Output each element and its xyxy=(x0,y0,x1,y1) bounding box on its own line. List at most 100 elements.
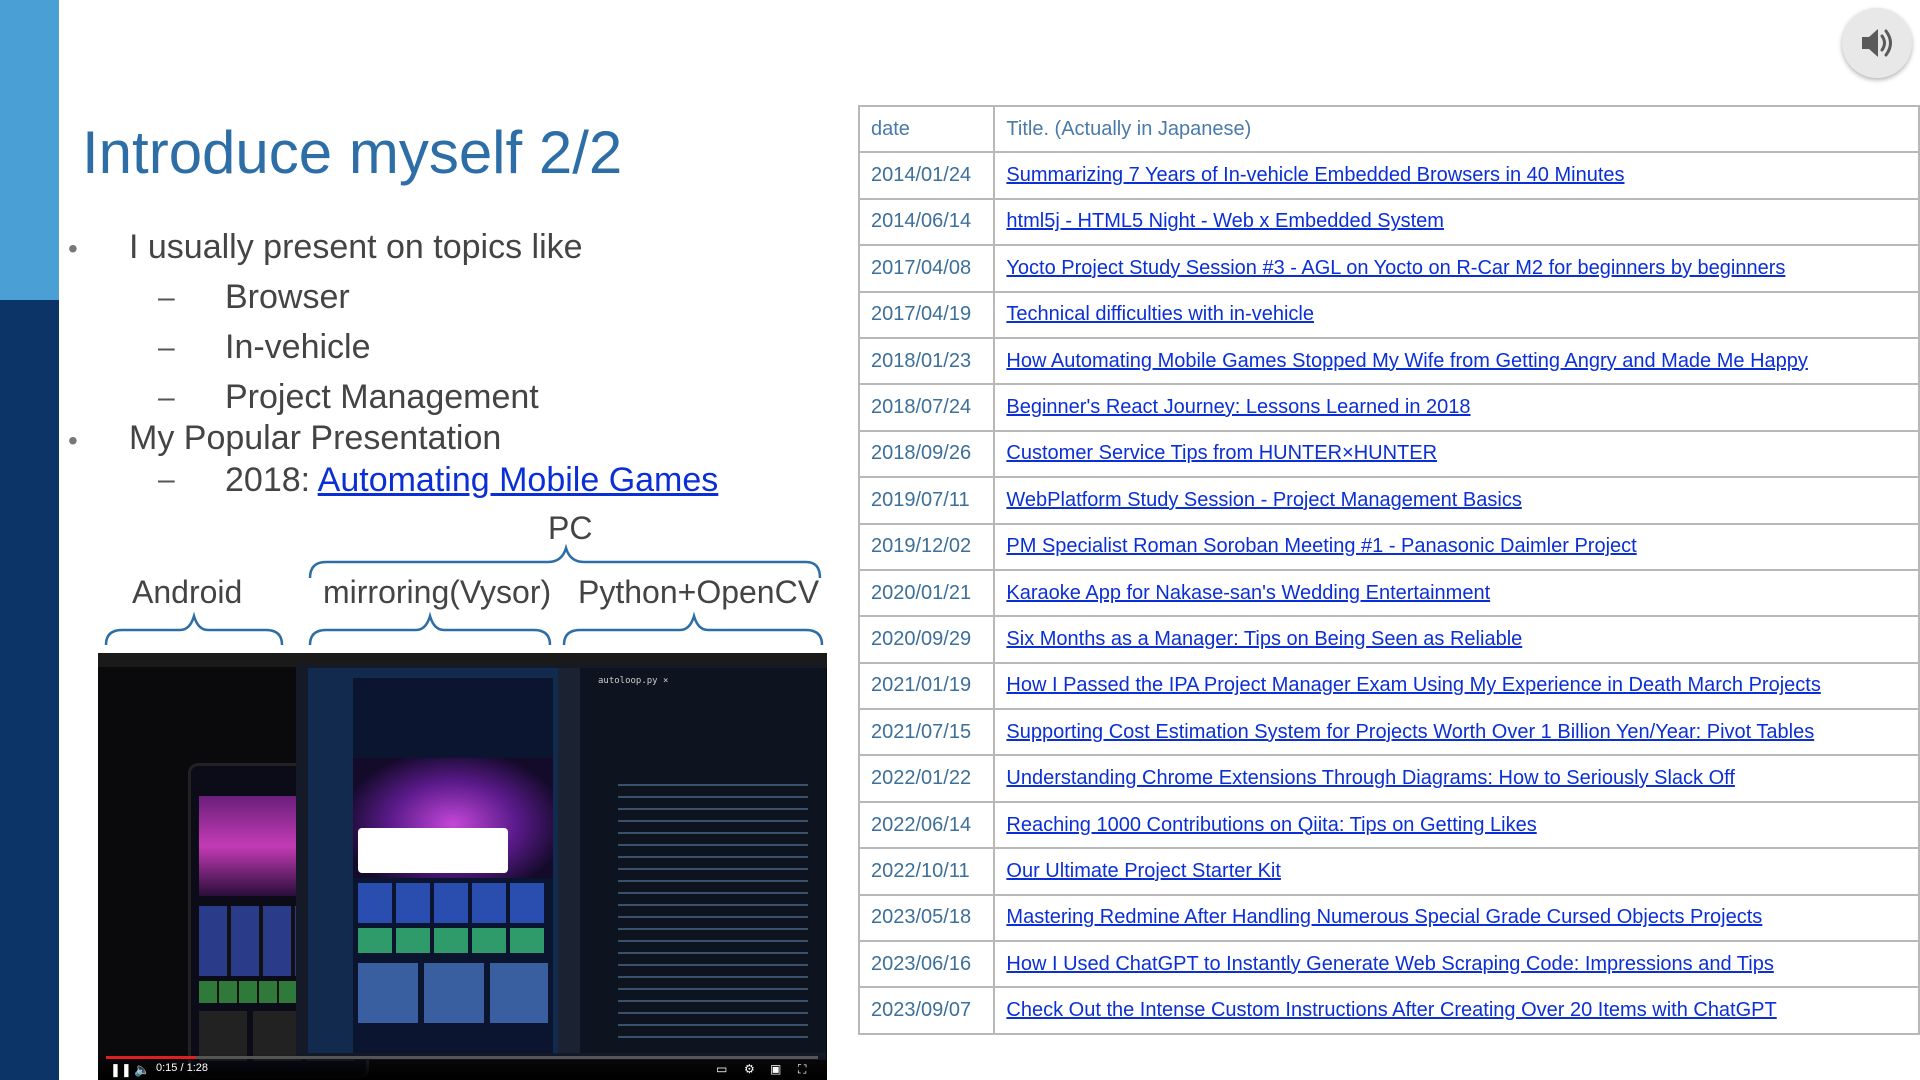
row-date: 2017/04/19 xyxy=(857,290,996,339)
vysor-units xyxy=(358,883,548,923)
row-title-cell: Our Ultimate Project Starter Kit xyxy=(993,847,1920,896)
miniplayer-icon[interactable]: ▣ xyxy=(770,1062,781,1076)
row-date: 2018/09/26 xyxy=(857,429,996,479)
row-title-cell: How I Used ChatGPT to Instantly Generate… xyxy=(993,940,1920,989)
presentation-link[interactable]: Customer Service Tips from HUNTER×HUNTER xyxy=(1006,442,1437,464)
speaker-icon xyxy=(1862,29,1892,57)
row-date: 2021/01/19 xyxy=(857,661,996,711)
row-date: 2021/07/15 xyxy=(857,708,996,757)
row-date: 2022/06/14 xyxy=(857,800,996,850)
header-title: Title. (Actually in Japanese) xyxy=(993,104,1920,154)
fullscreen-icon[interactable]: ⛶ xyxy=(798,1062,806,1077)
volume-icon[interactable]: 🔈 xyxy=(134,1062,150,1078)
row-title-cell: Summarizing 7 Years of In-vehicle Embedd… xyxy=(993,151,1920,200)
row-title-cell: WebPlatform Study Session - Project Mana… xyxy=(993,476,1920,525)
demo-video[interactable]: autoloop.py × ❚❚ 🔈 0:15 / 1:28 ▭ ⚙ ▣ ⛶ xyxy=(98,653,827,1080)
presentation-link[interactable]: Summarizing 7 Years of In-vehicle Embedd… xyxy=(1006,164,1624,186)
table-row: 2022/01/22 Understanding Chrome Extension… xyxy=(857,754,1920,803)
presentation-link[interactable]: Yocto Project Study Session #3 - AGL on … xyxy=(1006,257,1785,279)
settings-icon[interactable]: ⚙ xyxy=(744,1062,755,1076)
row-date: 2020/01/21 xyxy=(857,568,996,618)
row-date: 2014/06/14 xyxy=(857,197,996,247)
speaker-button[interactable] xyxy=(1842,8,1912,78)
row-date: 2018/01/23 xyxy=(857,336,996,386)
presentation-link[interactable]: html5j - HTML5 Night - Web x Embedded Sy… xyxy=(1006,210,1444,232)
presentation-link[interactable]: How Automating Mobile Games Stopped My W… xyxy=(1006,350,1807,372)
row-title-cell: Karaoke App for Nakase-san's Wedding Ent… xyxy=(993,568,1920,618)
table-row: 2019/12/02 PM Specialist Roman Soroban Me… xyxy=(857,522,1920,571)
row-date: 2023/09/07 xyxy=(857,986,996,1035)
table-row: 2020/01/21 Karaoke App for Nakase-san's W… xyxy=(857,568,1920,618)
brace-android xyxy=(104,611,284,646)
table-row: 2017/04/19 Technical difficulties with in… xyxy=(857,290,1920,339)
table-row: 2018/07/24 Beginner's React Journey: Less… xyxy=(857,383,1920,432)
table-row: 2018/09/26 Customer Service Tips from HUN… xyxy=(857,429,1920,479)
presentation-link[interactable]: Technical difficulties with in-vehicle xyxy=(1006,303,1314,325)
vysor-buttons xyxy=(358,963,548,1023)
row-date: 2019/07/11 xyxy=(857,476,996,525)
table-row: 2020/09/29 Six Months as a Manager: Tips … xyxy=(857,615,1920,664)
presentation-link[interactable]: Check Out the Intense Custom Instruction… xyxy=(1006,999,1776,1021)
row-date: 2023/06/16 xyxy=(857,940,996,989)
presentation-link[interactable]: PM Specialist Roman Soroban Meeting #1 -… xyxy=(1006,535,1636,557)
table-header-row: date Title. (Actually in Japanese) xyxy=(857,104,1920,154)
row-date: 2020/09/29 xyxy=(857,615,996,664)
presentations-table: date Title. (Actually in Japanese) 2014/… xyxy=(857,104,1920,1035)
table-row: 2014/01/24 Summarizing 7 Years of In-vehi… xyxy=(857,151,1920,200)
brace-pc xyxy=(308,543,822,579)
presentation-link[interactable]: Reaching 1000 Contributions on Qiita: Ti… xyxy=(1006,814,1536,836)
presentation-link[interactable]: Mastering Redmine After Handling Numerou… xyxy=(1006,906,1762,928)
presentation-link[interactable]: How I Passed the IPA Project Manager Exa… xyxy=(1006,674,1820,696)
table-row: 2022/06/14 Reaching 1000 Contributions on… xyxy=(857,800,1920,850)
presentation-link[interactable]: Beginner's React Journey: Lessons Learne… xyxy=(1006,396,1470,418)
video-progress-track[interactable] xyxy=(106,1056,818,1059)
presentation-link[interactable]: Our Ultimate Project Starter Kit xyxy=(1006,860,1281,882)
vysor-window xyxy=(308,668,558,1053)
vysor-dialog xyxy=(358,828,508,873)
presentation-link[interactable]: WebPlatform Study Session - Project Mana… xyxy=(1006,489,1521,511)
python-code xyxy=(618,778,808,1048)
table-row: 2019/07/11 WebPlatform Study Session - Pr… xyxy=(857,476,1920,525)
row-date: 2023/05/18 xyxy=(857,893,996,943)
row-title-cell: How Automating Mobile Games Stopped My W… xyxy=(993,336,1920,386)
row-title-cell: Reaching 1000 Contributions on Qiita: Ti… xyxy=(993,800,1920,850)
row-title-cell: Technical difficulties with in-vehicle xyxy=(993,290,1920,339)
table-row: 2023/06/16 How I Used ChatGPT to Instantl… xyxy=(857,940,1920,989)
code-editor: autoloop.py × xyxy=(558,668,826,1053)
vysor-hp-bars xyxy=(358,928,548,953)
presentation-link[interactable]: Six Months as a Manager: Tips on Being S… xyxy=(1006,628,1522,650)
row-title-cell: Understanding Chrome Extensions Through … xyxy=(993,754,1920,803)
pause-icon[interactable]: ❚❚ xyxy=(110,1062,132,1078)
row-title-cell: Check Out the Intense Custom Instruction… xyxy=(993,986,1920,1035)
brace-python xyxy=(562,611,824,646)
table-row: 2023/05/18 Mastering Redmine After Handli… xyxy=(857,893,1920,943)
row-title-cell: Supporting Cost Estimation System for Pr… xyxy=(993,708,1920,757)
row-title-cell: Yocto Project Study Session #3 - AGL on … xyxy=(993,244,1920,293)
row-date: 2018/07/24 xyxy=(857,383,996,432)
editor-tab: autoloop.py × xyxy=(598,676,669,686)
row-date: 2022/01/22 xyxy=(857,754,996,803)
captions-icon[interactable]: ▭ xyxy=(716,1062,727,1076)
presentation-link[interactable]: Supporting Cost Estimation System for Pr… xyxy=(1006,721,1814,743)
table-row: 2021/07/15 Supporting Cost Estimation Sys… xyxy=(857,708,1920,757)
row-date: 2014/01/24 xyxy=(857,151,996,200)
row-title-cell: Mastering Redmine After Handling Numerou… xyxy=(993,893,1920,943)
table-row: 2018/01/23 How Automating Mobile Games St… xyxy=(857,336,1920,386)
row-title-cell: html5j - HTML5 Night - Web x Embedded Sy… xyxy=(993,197,1920,247)
presentation-link[interactable]: Understanding Chrome Extensions Through … xyxy=(1006,767,1735,789)
row-date: 2022/10/11 xyxy=(857,847,996,896)
row-title-cell: Six Months as a Manager: Tips on Being S… xyxy=(993,615,1920,664)
table-row: 2021/01/19 How I Passed the IPA Project M… xyxy=(857,661,1920,711)
row-title-cell: Beginner's React Journey: Lessons Learne… xyxy=(993,383,1920,432)
row-date: 2017/04/08 xyxy=(857,244,996,293)
table-row: 2022/10/11 Our Ultimate Project Starter K… xyxy=(857,847,1920,896)
presentation-link[interactable]: Karaoke App for Nakase-san's Wedding Ent… xyxy=(1006,582,1490,604)
table-row: 2023/09/07 Check Out the Intense Custom I… xyxy=(857,986,1920,1035)
presentation-link[interactable]: How I Used ChatGPT to Instantly Generate… xyxy=(1006,953,1773,975)
header-date: date xyxy=(857,104,996,154)
video-progress-fill xyxy=(106,1056,196,1059)
row-title-cell: How I Passed the IPA Project Manager Exa… xyxy=(993,661,1920,711)
row-date: 2019/12/02 xyxy=(857,522,996,571)
video-time: 0:15 / 1:28 xyxy=(156,1062,208,1074)
editor-activity-bar xyxy=(558,668,580,1053)
